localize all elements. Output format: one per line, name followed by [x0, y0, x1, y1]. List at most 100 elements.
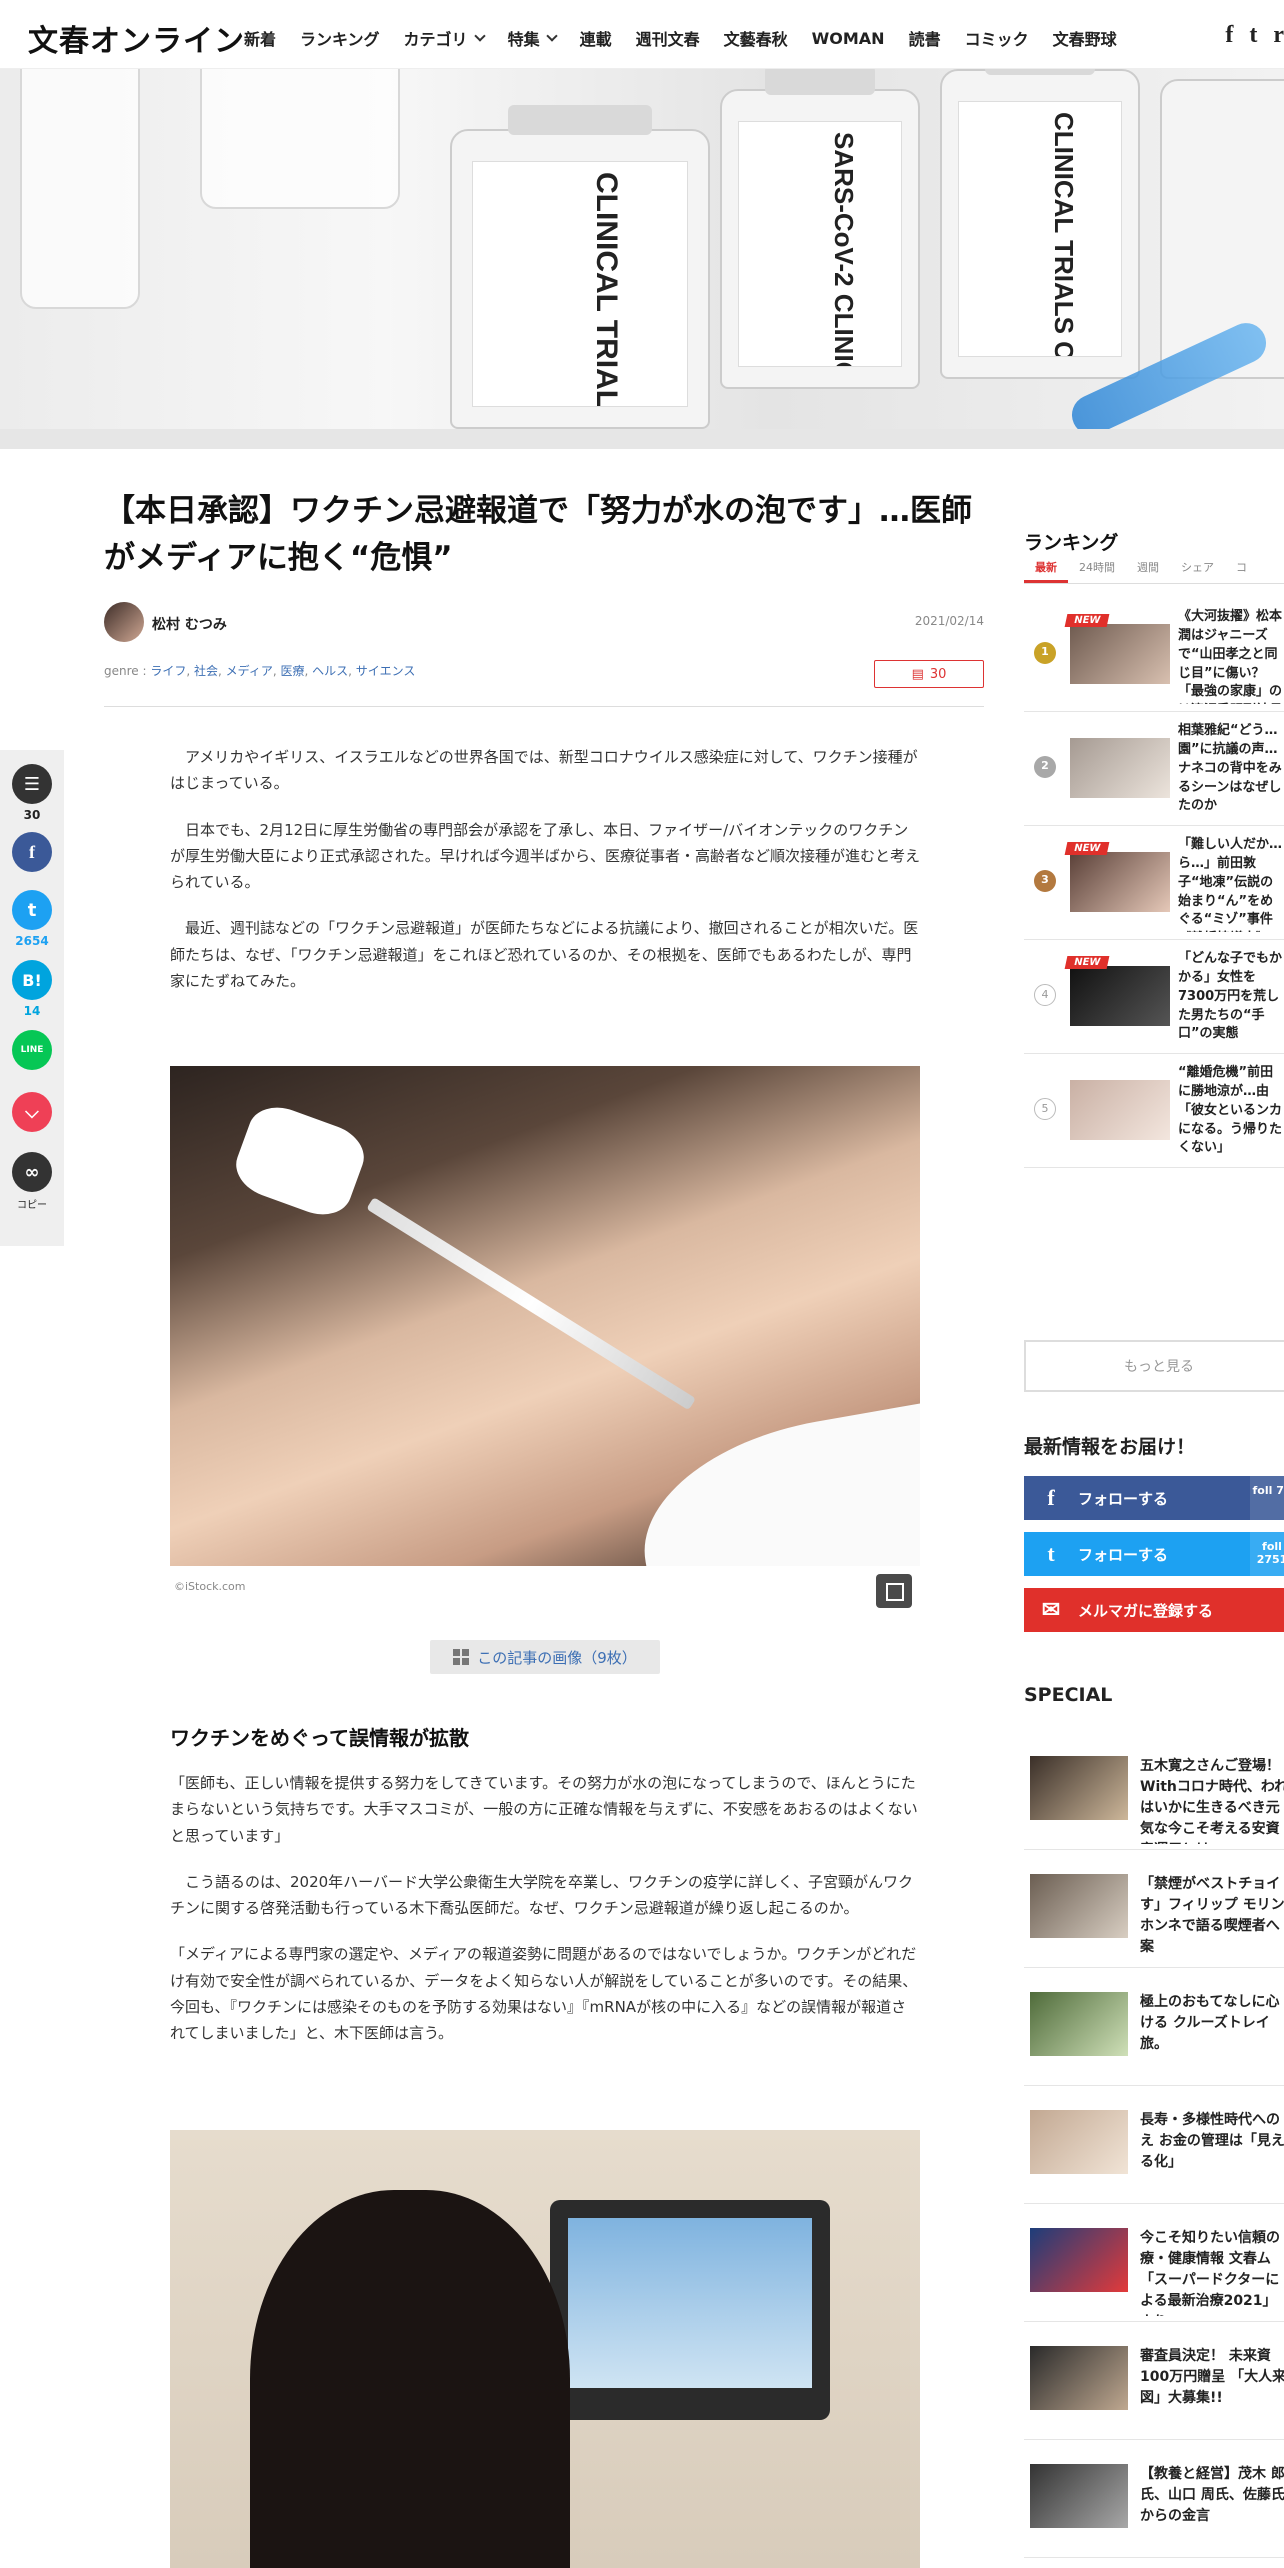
author-avatar[interactable] [104, 602, 144, 642]
ranking-tabs: 最新 24時間 週間 シェア コ [1024, 556, 1284, 584]
special-item[interactable]: 【教養と経営】茂木 郎氏、山口 周氏、佐藤氏からの金言 [1024, 2440, 1284, 2558]
rss-icon[interactable]: r [1273, 22, 1284, 49]
nav-label: 週刊文春 [635, 30, 700, 49]
tag-life[interactable]: ライフ [150, 664, 186, 678]
crown-icon: 3 [1034, 870, 1056, 892]
pocket-icon: ⌵ [12, 1092, 52, 1132]
nav-item-serial[interactable]: 連載 [580, 26, 612, 50]
nav-item-shukan-bunshun[interactable]: 週刊文春 [636, 26, 700, 50]
ranking-heading: ランキング [1024, 532, 1119, 554]
nav-label: 文春野球 [1052, 30, 1117, 49]
tab-latest[interactable]: 最新 [1024, 556, 1068, 583]
special-item[interactable]: 長寿・多様性時代への え お金の管理は「見える化」 [1024, 2086, 1284, 2204]
special-title: 五木寛之さんご登場！Withコロナ時代、われはいかに生きるべき元気な今こそ考える… [1140, 1758, 1284, 1844]
nav-item-new[interactable]: 新着 [244, 26, 276, 50]
paragraph: 最近、週刊誌などの「ワクチン忌避報道」が医師たちなどによる抗議により、撤回される… [170, 919, 919, 990]
nav-label: 読書 [908, 30, 941, 49]
tag-society[interactable]: 社会 [194, 664, 218, 678]
link-icon: ∞ [12, 1152, 52, 1192]
special-thumbnail [1030, 1992, 1128, 2056]
vial-label: CLINICAL TRIALS COVID-19 [472, 161, 688, 407]
tab-comment[interactable]: コ [1225, 556, 1258, 583]
special-thumbnail [1030, 1756, 1128, 1820]
nav-label: WOMAN [811, 28, 885, 48]
gallery-button[interactable]: この記事の画像（9枚） [430, 1640, 660, 1674]
special-item[interactable]: 「禁煙がベストチョイす」フィリップ モリンホンネで語る喫煙者へ案 [1024, 1850, 1284, 1968]
tag-medical[interactable]: 医療 [280, 664, 304, 678]
ranking-title: 「どんな子でもかかる」女性を7300万円を荒した男たちの“手口”の実態 [1178, 951, 1283, 1042]
mail-icon: ✉ [1041, 1597, 1061, 1622]
photo-sleeve [626, 1399, 920, 1566]
nav-label: 連載 [579, 30, 612, 49]
share-facebook[interactable]: f [12, 832, 52, 872]
line-icon: LINE [12, 1030, 52, 1070]
ranking-thumbnail [1070, 852, 1170, 912]
special-thumbnail [1030, 2346, 1128, 2410]
hero-image: CLINICAL TRIALS COVID-19 SARS-CoV-2 CLIN… [0, 69, 1284, 429]
ranking-item[interactable]: 5 “離婚危機”前田に勝地涼が…由「彼女といるンカになる。う帰りたくない」 [1024, 1054, 1284, 1168]
article-photo-injection[interactable] [170, 1066, 920, 1566]
twitter-icon: t [1047, 1541, 1055, 1566]
facebook-follow-button[interactable]: f フォローする foll 72 [1024, 1476, 1284, 1520]
tag-media[interactable]: メディア [226, 664, 273, 678]
ranking-title: 「難しい人だか…ら…」前田敦子“地凍”伝説の始まり“ん”をめぐる“ミゾ”事件《離… [1178, 837, 1283, 932]
tag-science[interactable]: サイエンス [356, 664, 416, 678]
site-logo[interactable]: 文春オンライン [28, 16, 245, 60]
grid-icon [453, 1649, 470, 1665]
more-button[interactable]: もっと見る [1024, 1340, 1284, 1392]
nav-item-category[interactable]: カテゴリ [404, 26, 486, 50]
special-title: 長寿・多様性時代への え お金の管理は「見える化」 [1140, 2112, 1284, 2170]
nav-item-baseball[interactable]: 文春野球 [1053, 26, 1117, 50]
expand-image-button[interactable] [876, 1574, 912, 1608]
tab-share[interactable]: シェア [1170, 556, 1225, 583]
test-tube [200, 69, 400, 209]
crown-icon: 2 [1034, 756, 1056, 778]
ranking-item[interactable]: 2 相葉雅紀“どう…園”に抗議の声…ナネコの背中をみるシーンはなぜしたのか [1024, 712, 1284, 826]
newsletter-button[interactable]: ✉ メルマガに登録する [1024, 1588, 1284, 1632]
facebook-icon[interactable]: f [1225, 22, 1233, 49]
special-item[interactable]: 今こそ知りたい信頼の療・健康情報 文春ム「スーパードクターによる最新治療2021… [1024, 2204, 1284, 2322]
nav-item-comic[interactable]: コミック [965, 26, 1029, 50]
share-twitter[interactable]: t 2654 [12, 890, 52, 948]
vial-label-text: CLINICAL TRIALS COVID-19 [590, 172, 624, 407]
share-comment[interactable]: ☰ 30 [12, 764, 52, 822]
tab-weekly[interactable]: 週間 [1126, 556, 1170, 583]
article-photo-tv[interactable] [170, 2130, 920, 2568]
special-thumbnail [1030, 2110, 1128, 2174]
ranking-item[interactable]: 4 NEW 「どんな子でもかかる」女性を7300万円を荒した男たちの“手口”の実… [1024, 940, 1284, 1054]
comment-button[interactable]: ▤ 30 [874, 660, 984, 688]
share-hatena[interactable]: B! 14 [12, 960, 52, 1018]
special-item[interactable]: 極上のおもてなしに心ける クルーズトレイ旅。 [1024, 1968, 1284, 2086]
special-heading: SPECIAL [1024, 1684, 1113, 1706]
twitter-follow-button[interactable]: t フォローする foll 2751 [1024, 1532, 1284, 1576]
vial: CLINICAL TRIALS COVID-19 [450, 105, 710, 429]
paragraph: 「医師も、正しい情報を提供する努力をしてきています。その努力が水の泡になってしま… [170, 1774, 918, 1845]
section-heading: ワクチンをめぐって誤情報が拡散 [170, 1726, 469, 1750]
ranking-item[interactable]: 3 NEW 「難しい人だか…ら…」前田敦子“地凍”伝説の始まり“ん”をめぐる“ミ… [1024, 826, 1284, 940]
nav-item-feature[interactable]: 特集 [508, 26, 558, 50]
tag-health[interactable]: ヘルス [312, 664, 348, 678]
nav-item-woman[interactable]: WOMAN [812, 26, 885, 50]
paragraph: アメリカやイギリス、イスラエルなどの世界各国では、新型コロナウイルス感染症に対し… [170, 748, 918, 793]
nav-item-bungeishunju[interactable]: 文藝春秋 [724, 26, 788, 50]
vial-cap [508, 105, 652, 135]
vial-cap [985, 69, 1095, 75]
nav-item-ranking[interactable]: ランキング [300, 26, 380, 50]
twitter-icon[interactable]: t [1249, 22, 1257, 49]
special-item[interactable]: 審査員決定！ 未来資100万円贈呈 「大人来図」大募集!! [1024, 2322, 1284, 2440]
special-item[interactable]: 五木寛之さんご登場！Withコロナ時代、われはいかに生きるべき元気な今こそ考える… [1024, 1732, 1284, 1850]
share-line[interactable]: LINE [12, 1030, 52, 1070]
chevron-down-icon [473, 30, 486, 42]
nav-label: 文藝春秋 [723, 30, 788, 49]
article: 【本日承認】ワクチン忌避報道で「努力が水の泡です」…医師がメディアに抱く“危惧”… [104, 488, 984, 2568]
share-copy[interactable]: ∞ コピー [12, 1152, 52, 1211]
ranking-title: 相葉雅紀“どう…園”に抗議の声…ナネコの背中をみるシーンはなぜしたのか [1178, 723, 1282, 814]
divider [104, 706, 984, 707]
nav-item-books[interactable]: 読書 [909, 26, 941, 50]
tab-24h[interactable]: 24時間 [1068, 556, 1126, 583]
facebook-follower-count: foll 72 [1250, 1476, 1284, 1520]
author-name[interactable]: 松村 むつみ [152, 614, 227, 634]
ranking-item[interactable]: 1 NEW 《大河抜擢》松本潤はジャニーズで“山田孝之と同じ目”に傷い？「最強の… [1024, 598, 1284, 712]
vial-label: CLINICAL TRIALS COVID-19 [957, 101, 1123, 357]
share-pocket[interactable]: ⌵ [12, 1092, 52, 1132]
